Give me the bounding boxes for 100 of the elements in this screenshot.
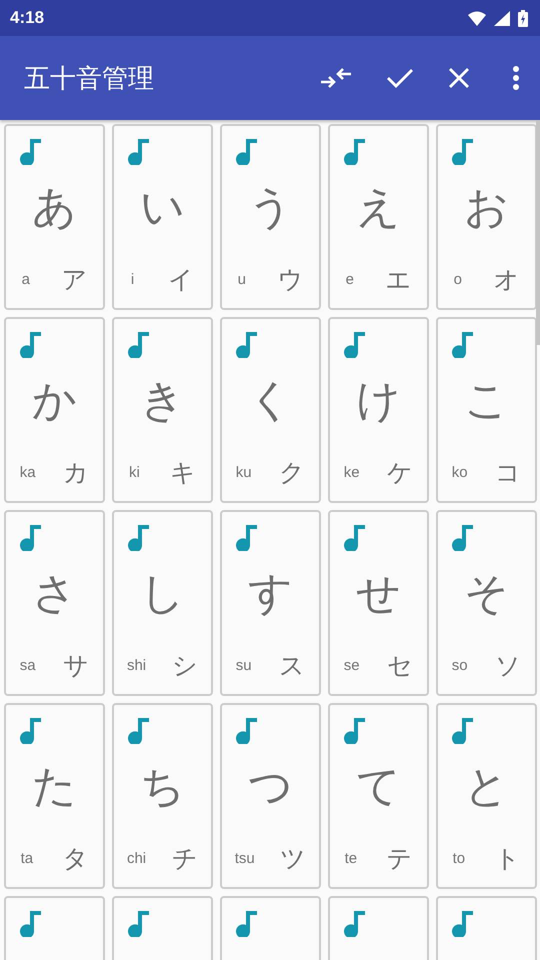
music-note-icon[interactable] xyxy=(20,137,42,165)
kana-card[interactable]: た ta タ xyxy=(4,703,105,889)
hiragana-char: う xyxy=(248,186,293,230)
romaji-label: a xyxy=(22,271,30,288)
romaji-label: se xyxy=(344,657,360,674)
music-note-icon[interactable] xyxy=(236,523,258,551)
romaji-label: sa xyxy=(20,657,36,674)
music-note-icon[interactable] xyxy=(128,909,150,937)
hiragana-char: た xyxy=(32,765,77,809)
music-note-icon[interactable] xyxy=(344,909,366,937)
hiragana-char: す xyxy=(248,572,293,616)
wifi-icon xyxy=(468,10,486,26)
kana-card[interactable]: お o オ xyxy=(436,124,537,310)
romaji-label: ta xyxy=(20,850,34,867)
toolbar-title: 五十音管理 xyxy=(24,62,154,96)
kana-card[interactable]: つ tsu ツ xyxy=(220,703,321,889)
music-note-icon[interactable] xyxy=(20,716,42,744)
hiragana-char: こ xyxy=(464,379,509,423)
kana-card[interactable]: す su ス xyxy=(220,510,321,696)
katakana-char: ト xyxy=(494,843,520,875)
kana-card[interactable]: き ki キ xyxy=(112,317,213,503)
romaji-label: ku xyxy=(236,464,252,481)
romaji-label: i xyxy=(130,271,134,288)
music-note-icon[interactable] xyxy=(236,330,258,358)
romaji-label: e xyxy=(346,271,354,288)
romaji-label: chi xyxy=(126,850,146,867)
katakana-char: テ xyxy=(386,843,412,875)
katakana-char: オ xyxy=(493,264,520,296)
music-note-icon[interactable] xyxy=(452,523,474,551)
music-note-icon[interactable] xyxy=(128,330,150,358)
music-note-icon[interactable] xyxy=(236,716,258,744)
hiragana-char: え xyxy=(356,186,401,230)
kana-card[interactable]: い i イ xyxy=(112,124,213,310)
music-note-icon[interactable] xyxy=(128,716,150,744)
romaji-label: to xyxy=(452,850,466,867)
hiragana-char: ち xyxy=(140,765,185,809)
romaji-label: so xyxy=(452,657,468,674)
status-time: 4:18 xyxy=(10,8,44,28)
katakana-char: ク xyxy=(279,457,306,489)
music-note-icon[interactable] xyxy=(236,909,258,937)
music-note-icon[interactable] xyxy=(20,909,42,937)
music-note-icon[interactable] xyxy=(452,330,474,358)
katakana-char: ツ xyxy=(280,843,306,875)
katakana-char: ケ xyxy=(387,457,414,489)
kana-card[interactable]: け ke ケ xyxy=(328,317,429,503)
kana-card[interactable]: あ a ア xyxy=(4,124,105,310)
music-note-icon[interactable] xyxy=(128,137,150,165)
romaji-label: shi xyxy=(126,657,146,674)
katakana-char: イ xyxy=(168,264,194,296)
romaji-label: ke xyxy=(344,464,360,481)
romaji-label: ki xyxy=(129,464,140,481)
romaji-label: ko xyxy=(452,464,468,481)
music-note-icon[interactable] xyxy=(344,330,366,358)
kana-card[interactable]: さ sa サ xyxy=(4,510,105,696)
hiragana-char: お xyxy=(464,186,509,230)
music-note-icon[interactable] xyxy=(344,523,366,551)
hiragana-char: て xyxy=(356,765,401,809)
kana-card[interactable]: え e エ xyxy=(328,124,429,310)
hiragana-char: あ xyxy=(32,186,77,230)
kana-card[interactable]: う u ウ xyxy=(220,124,321,310)
kana-card[interactable]: し shi シ xyxy=(112,510,213,696)
hiragana-char: さ xyxy=(32,572,77,616)
hiragana-char: と xyxy=(464,765,509,809)
music-note-icon[interactable] xyxy=(452,909,474,937)
music-note-icon[interactable] xyxy=(344,716,366,744)
katakana-char: サ xyxy=(63,650,90,682)
katakana-char: ソ xyxy=(495,650,522,682)
music-note-icon[interactable] xyxy=(344,137,366,165)
romaji-label: su xyxy=(236,657,252,674)
katakana-char: キ xyxy=(170,457,196,489)
romaji-label: ka xyxy=(20,464,36,481)
hiragana-char: く xyxy=(248,379,293,423)
katakana-char: チ xyxy=(172,843,198,875)
music-note-icon[interactable] xyxy=(128,523,150,551)
kana-card[interactable]: く ku ク xyxy=(220,317,321,503)
romaji-label: tsu xyxy=(234,850,255,867)
battery-icon xyxy=(518,10,528,26)
kana-card[interactable]: か ka カ xyxy=(4,317,105,503)
hiragana-char: き xyxy=(140,379,185,423)
katakana-char: ア xyxy=(61,264,88,296)
kana-card[interactable]: ち chi チ xyxy=(112,703,213,889)
hiragana-char: つ xyxy=(248,765,293,809)
kana-card[interactable]: せ se セ xyxy=(328,510,429,696)
katakana-char: コ xyxy=(495,457,522,489)
kana-card[interactable]: こ ko コ xyxy=(436,317,537,503)
kana-card[interactable]: て te テ xyxy=(328,703,429,889)
music-note-icon[interactable] xyxy=(236,137,258,165)
music-note-icon[interactable] xyxy=(452,137,474,165)
music-note-icon[interactable] xyxy=(20,523,42,551)
music-note-icon[interactable] xyxy=(452,716,474,744)
katakana-char: カ xyxy=(63,457,90,489)
music-note-icon[interactable] xyxy=(20,330,42,358)
kana-card[interactable]: と to ト xyxy=(436,703,537,889)
hiragana-char: せ xyxy=(356,572,401,616)
hiragana-char: け xyxy=(356,379,401,423)
katakana-char: ウ xyxy=(277,264,304,296)
romaji-label: o xyxy=(454,271,462,288)
katakana-char: ス xyxy=(279,650,306,682)
katakana-char: シ xyxy=(172,650,198,682)
kana-card[interactable]: そ so ソ xyxy=(436,510,537,696)
